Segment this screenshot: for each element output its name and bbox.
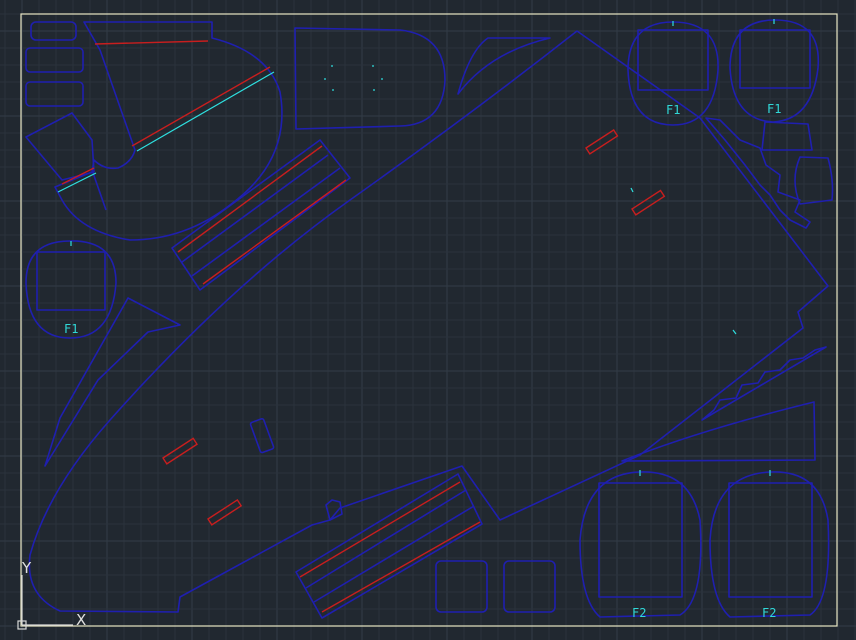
label-f1-b: F1 [767,102,781,116]
label-f2-a: F2 [632,606,646,620]
label-f2-b: F2 [762,606,776,620]
label-f1-a: F1 [666,103,680,117]
ucs-y-label: Y [21,559,32,577]
ucs-x-label: X [76,611,86,629]
cad-drawing-canvas[interactable]: F1 F1 F1 F2 F2 Y X [0,0,856,640]
label-f1-c: F1 [64,322,78,336]
